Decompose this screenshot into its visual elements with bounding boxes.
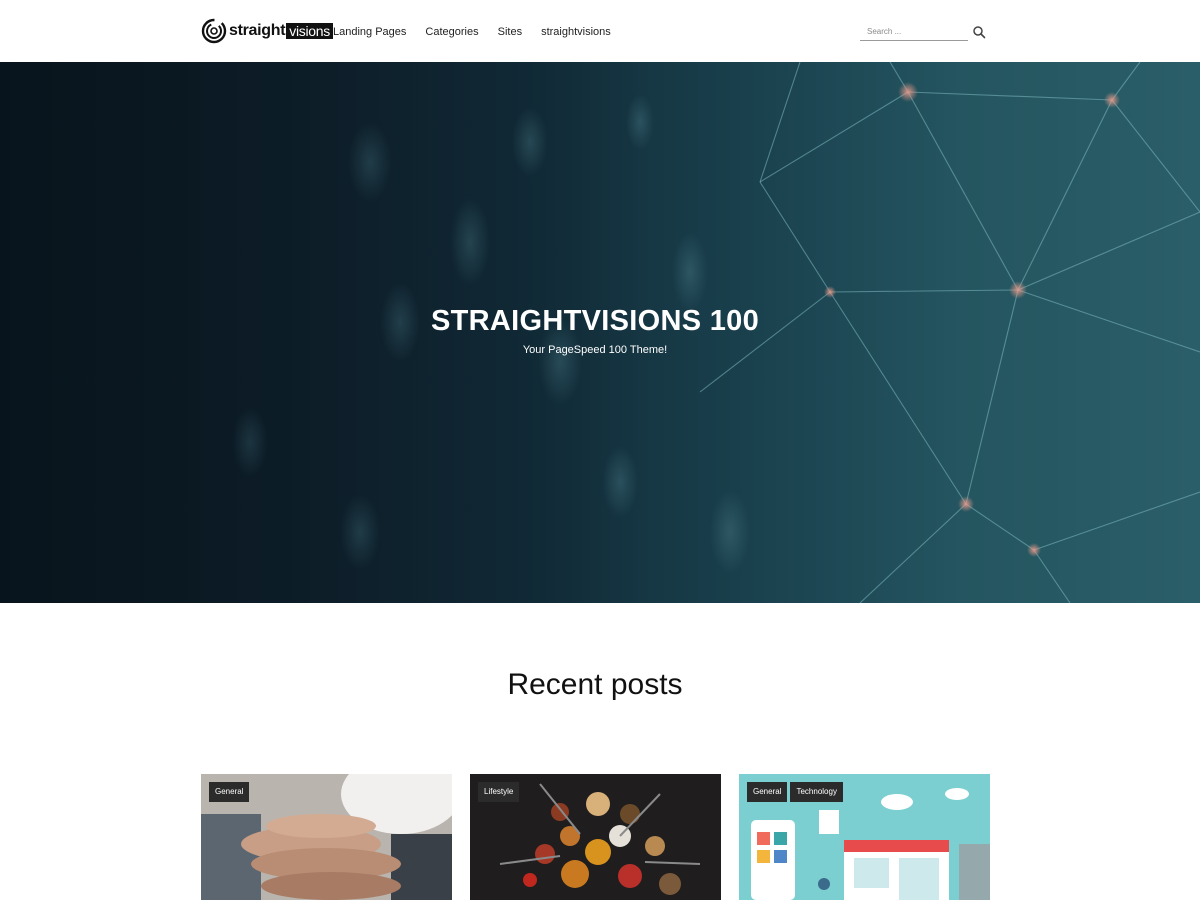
- site-logo[interactable]: straight visions: [201, 17, 333, 45]
- hero-title: STRAIGHTVISIONS 100: [431, 305, 759, 337]
- search-icon[interactable]: [972, 25, 986, 39]
- main-nav: Landing Pages Categories Sites straightv…: [333, 24, 630, 40]
- hero-subtitle: Your PageSpeed 100 Theme!: [522, 344, 668, 356]
- category-badge-technology[interactable]: Technology: [790, 782, 843, 802]
- site-header: straight visions Landing Pages Categorie…: [0, 0, 1200, 62]
- hero-banner: STRAIGHTVISIONS 100 Your PageSpeed 100 T…: [0, 62, 1200, 603]
- category-badge-lifestyle[interactable]: Lifestyle: [478, 782, 520, 802]
- nav-item-sites[interactable]: Sites: [498, 24, 522, 40]
- post-categories: General Technology: [747, 782, 843, 802]
- nav-item-landing-pages[interactable]: Landing Pages: [333, 24, 406, 40]
- post-card-2[interactable]: Lifestyle: [470, 774, 721, 900]
- search-box: [860, 21, 968, 41]
- post-categories: General: [209, 782, 250, 802]
- nav-item-straightvisions[interactable]: straightvisions: [541, 24, 611, 40]
- logo-text-secondary: visions: [286, 23, 333, 39]
- recent-posts-heading: Recent posts: [507, 668, 683, 701]
- category-badge-general[interactable]: General: [209, 782, 250, 802]
- post-categories: Lifestyle: [478, 782, 520, 802]
- search-input[interactable]: [860, 22, 968, 41]
- nav-item-categories[interactable]: Categories: [425, 24, 478, 40]
- logo-swirl-icon: [201, 18, 227, 44]
- logo-text-primary: straight: [229, 22, 286, 39]
- post-card-1[interactable]: General: [201, 774, 452, 900]
- post-card-3[interactable]: General Technology: [739, 774, 990, 900]
- category-badge-general[interactable]: General: [747, 782, 788, 802]
